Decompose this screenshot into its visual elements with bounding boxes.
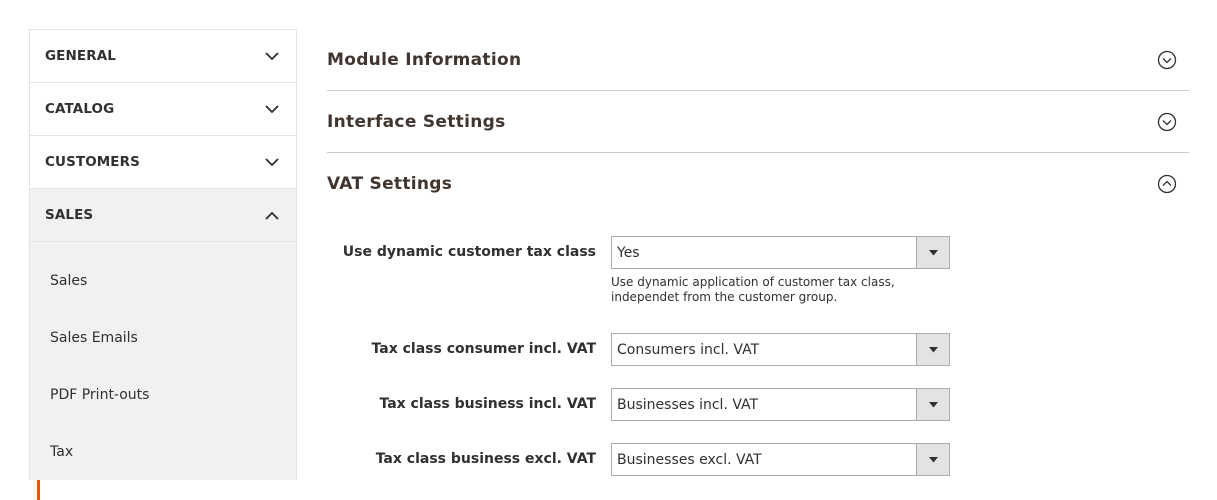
- select-value: Businesses incl. VAT: [617, 396, 759, 413]
- section-title: Module Information: [327, 50, 522, 70]
- sidebar-item-label: CATALOG: [45, 101, 115, 117]
- sidebar-item-label: CUSTOMERS: [45, 154, 140, 170]
- config-main: Module Information Interface Settings VA…: [327, 30, 1189, 476]
- section-module-information[interactable]: Module Information: [327, 30, 1189, 91]
- dynamic-tax-class-select[interactable]: Yes: [611, 236, 950, 269]
- business-incl-vat-select[interactable]: Businesses incl. VAT: [611, 388, 950, 421]
- sidebar-item-sales[interactable]: SALES: [30, 189, 296, 242]
- section-title: VAT Settings: [327, 174, 453, 194]
- section-vat-settings[interactable]: VAT Settings: [327, 153, 1189, 215]
- active-item-indicator: [37, 480, 40, 500]
- section-title: Interface Settings: [327, 111, 506, 132]
- collapse-circle-icon: [1157, 174, 1177, 194]
- field-label: Tax class business excl. VAT: [375, 451, 596, 467]
- field-note: Use dynamic application of customer tax …: [611, 275, 895, 304]
- dropdown-arrow-icon[interactable]: [916, 334, 949, 365]
- sidebar-subitem-sales-emails[interactable]: Sales Emails: [30, 309, 296, 366]
- expand-circle-icon: [1157, 112, 1177, 131]
- chevron-down-icon: [265, 155, 279, 169]
- sidebar-item-general[interactable]: GENERAL: [30, 30, 296, 83]
- consumer-incl-vat-select[interactable]: Consumers incl. VAT: [611, 333, 950, 366]
- dropdown-arrow-icon[interactable]: [916, 444, 949, 475]
- sidebar-item-label: SALES: [45, 207, 94, 223]
- select-value: Consumers incl. VAT: [617, 341, 760, 358]
- field-label: Use dynamic customer tax class: [342, 244, 596, 260]
- sidebar-subitem-tax[interactable]: Tax: [30, 423, 296, 480]
- section-interface-settings[interactable]: Interface Settings: [327, 91, 1189, 153]
- sidebar-item-label: GENERAL: [45, 48, 116, 64]
- sidebar-item-catalog[interactable]: CATALOG: [30, 83, 296, 136]
- dropdown-arrow-icon[interactable]: [916, 237, 949, 268]
- config-sidebar: GENERAL CATALOG CUSTOMERS SALES Sales Sa…: [29, 29, 297, 480]
- sidebar-subitem-sales[interactable]: Sales: [30, 242, 296, 309]
- expand-circle-icon: [1157, 50, 1177, 70]
- chevron-down-icon: [265, 102, 279, 116]
- field-label: Tax class consumer incl. VAT: [371, 341, 596, 357]
- chevron-down-icon: [265, 49, 279, 63]
- select-value: Yes: [617, 244, 640, 261]
- field-label: Tax class business incl. VAT: [379, 396, 596, 412]
- sidebar-submenu-sales: Sales Sales Emails PDF Print-outs Tax: [30, 242, 296, 480]
- business-excl-vat-select[interactable]: Businesses excl. VAT: [611, 443, 950, 476]
- sidebar-item-customers[interactable]: CUSTOMERS: [30, 136, 296, 189]
- sidebar-subitem-pdf-print-outs[interactable]: PDF Print-outs: [30, 366, 296, 423]
- chevron-up-icon: [265, 208, 279, 222]
- dropdown-arrow-icon[interactable]: [916, 389, 949, 420]
- select-value: Businesses excl. VAT: [617, 451, 762, 468]
